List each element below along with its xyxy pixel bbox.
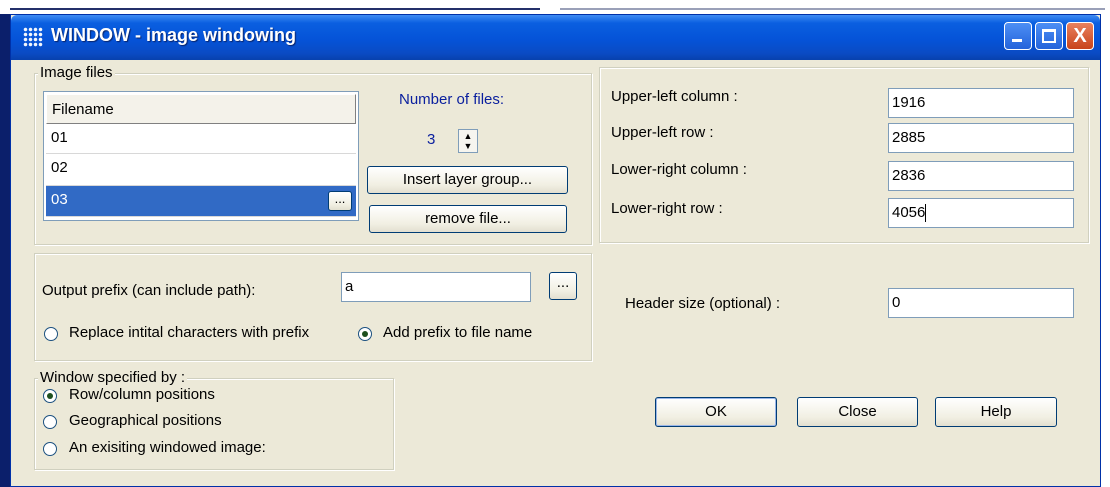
add-prefix-radio[interactable] — [358, 327, 372, 341]
replace-prefix-label[interactable]: Replace intital characters with prefix — [69, 324, 309, 341]
output-prefix-browse-button[interactable]: ... — [549, 272, 577, 300]
replace-prefix-radio[interactable] — [44, 327, 58, 341]
upper-left-column-input[interactable]: 1916 — [888, 88, 1074, 118]
file-row-label: 01 — [51, 129, 68, 146]
header-size-label: Header size (optional) : — [625, 295, 781, 312]
close-button[interactable]: Close — [797, 397, 918, 427]
file-row[interactable]: 01 — [46, 124, 356, 154]
window-specified-legend: Window specified by : — [38, 369, 188, 386]
desktop-strip — [0, 0, 10, 487]
close-window-button[interactable]: X — [1066, 22, 1094, 50]
number-of-files-spinner[interactable]: ▲ ▼ — [458, 129, 478, 153]
upper-left-row-input[interactable]: 2885 — [888, 123, 1074, 153]
maximize-button[interactable] — [1035, 22, 1063, 50]
radio-dot-icon — [47, 393, 53, 399]
minimize-button[interactable] — [1004, 22, 1032, 50]
file-row-label: 02 — [51, 159, 68, 176]
upper-left-row-label: Upper-left row : — [611, 124, 714, 141]
radio-dot-icon — [362, 331, 368, 337]
dialog-window: WINDOW - image windowing X Image files F… — [10, 14, 1101, 487]
lower-right-column-label: Lower-right column : — [611, 161, 747, 178]
row-column-radio[interactable] — [43, 389, 57, 403]
file-row[interactable]: 02 — [46, 154, 356, 186]
title-bar[interactable]: WINDOW - image windowing X — [11, 15, 1100, 60]
minimize-icon — [1012, 39, 1022, 42]
text-caret — [925, 204, 927, 223]
maximize-icon — [1042, 29, 1056, 43]
remove-file-button[interactable]: remove file... — [369, 205, 567, 233]
window-title: WINDOW - image windowing — [51, 25, 296, 45]
existing-window-radio[interactable] — [43, 442, 57, 456]
row-column-label[interactable]: Row/column positions — [69, 386, 215, 403]
image-files-legend: Image files — [38, 64, 115, 81]
file-browse-button[interactable]: ... — [328, 191, 352, 211]
output-prefix-group — [34, 253, 592, 361]
geographical-radio[interactable] — [43, 415, 57, 429]
insert-layer-group-button[interactable]: Insert layer group... — [367, 166, 568, 194]
close-icon: X — [1073, 25, 1087, 47]
spin-down-icon[interactable]: ▼ — [461, 142, 475, 151]
filename-column-header[interactable]: Filename — [46, 94, 356, 124]
geographical-label[interactable]: Geographical positions — [69, 412, 222, 429]
number-of-files-label: Number of files: — [399, 91, 505, 108]
ok-button[interactable]: OK — [655, 397, 777, 427]
number-of-files-value: 3 — [427, 131, 436, 148]
lower-right-row-label: Lower-right row : — [611, 200, 723, 217]
desktop-topline — [0, 0, 1110, 14]
app-grid-icon — [23, 27, 43, 47]
lower-right-column-input[interactable]: 2836 — [888, 161, 1074, 191]
files-table: Filename 01 02 03 ... — [43, 91, 359, 221]
file-row-selected[interactable]: 03 ... — [46, 186, 356, 217]
lower-right-row-input[interactable]: 4056 — [888, 198, 1074, 228]
add-prefix-label[interactable]: Add prefix to file name — [383, 324, 532, 341]
output-prefix-label: Output prefix (can include path): — [42, 282, 256, 299]
spin-up-icon[interactable]: ▲ — [461, 132, 475, 141]
files-list: 01 02 03 ... — [46, 124, 356, 217]
file-row-label: 03 — [51, 191, 68, 208]
upper-left-column-label: Upper-left column : — [611, 88, 738, 105]
help-button[interactable]: Help — [935, 397, 1057, 427]
header-size-input[interactable]: 0 — [888, 288, 1074, 318]
existing-window-label[interactable]: An exisiting windowed image: — [69, 439, 266, 456]
output-prefix-input[interactable]: a — [341, 272, 531, 302]
lower-right-row-value: 4056 — [892, 204, 926, 221]
